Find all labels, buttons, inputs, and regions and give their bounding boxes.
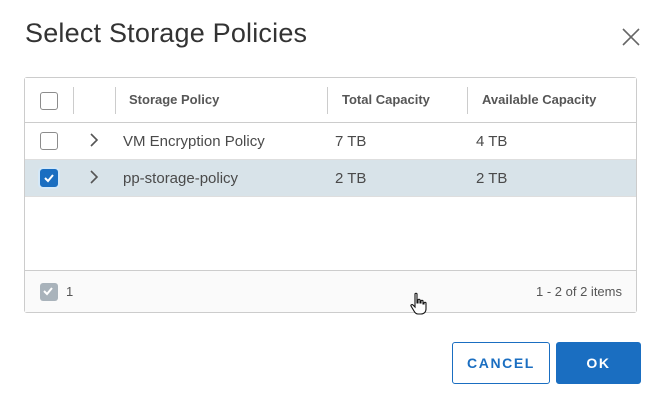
storage-policy-grid: Storage Policy Total Capacity Available …: [24, 77, 637, 313]
column-separator[interactable]: [327, 87, 328, 114]
chevron-right-icon[interactable]: [87, 169, 101, 185]
select-all-checkbox[interactable]: [40, 92, 58, 110]
ok-button[interactable]: OK: [556, 342, 641, 384]
close-icon[interactable]: [620, 26, 642, 48]
available-capacity: 2 TB: [476, 170, 508, 187]
table-row[interactable]: pp-storage-policy 2 TB 2 TB: [25, 160, 636, 197]
grid-header: Storage Policy Total Capacity Available …: [25, 78, 636, 123]
dialog-title: Select Storage Policies: [25, 18, 308, 48]
column-separator: [115, 87, 116, 114]
table-row[interactable]: VM Encryption Policy 7 TB 4 TB: [25, 123, 636, 160]
storage-policy-name: VM Encryption Policy: [123, 133, 265, 150]
pagination-text: 1 - 2 of 2 items: [536, 284, 622, 299]
grid-footer: 1 1 - 2 of 2 items: [25, 270, 636, 312]
column-separator[interactable]: [467, 87, 468, 114]
checkmark-icon: [43, 287, 53, 296]
row-checkbox[interactable]: [40, 169, 58, 187]
column-header-total-capacity[interactable]: Total Capacity: [342, 78, 430, 122]
total-capacity: 2 TB: [335, 170, 367, 187]
column-separator: [73, 87, 74, 114]
column-header-storage-policy[interactable]: Storage Policy: [129, 78, 219, 122]
chevron-right-icon[interactable]: [87, 132, 101, 148]
column-header-available-capacity[interactable]: Available Capacity: [482, 78, 596, 122]
hand-cursor-icon: [409, 292, 427, 316]
selection-count-checkbox: [40, 283, 58, 301]
selected-count: 1: [66, 284, 74, 299]
row-checkbox[interactable]: [40, 132, 58, 150]
checkmark-icon: [44, 174, 54, 183]
cancel-button[interactable]: CANCEL: [452, 342, 550, 384]
total-capacity: 7 TB: [335, 133, 367, 150]
available-capacity: 4 TB: [476, 133, 508, 150]
storage-policy-name: pp-storage-policy: [123, 170, 239, 187]
